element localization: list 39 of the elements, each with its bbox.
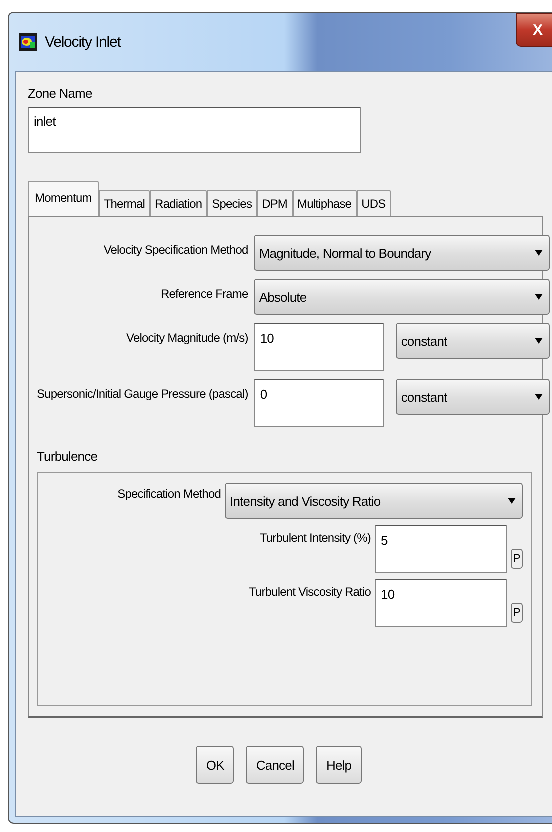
section-label: Turbulence: [37, 449, 99, 464]
dialog-button[interactable]: Help: [316, 746, 362, 784]
dropdown[interactable]: Absolute: [254, 279, 550, 315]
tab[interactable]: Momentum: [28, 181, 99, 217]
tab[interactable]: Thermal: [98, 190, 150, 217]
input-field[interactable]: 0: [254, 379, 384, 427]
dialog-button[interactable]: OK: [196, 746, 234, 784]
field-label: Velocity Specification Method: [102, 242, 248, 257]
caret-icon: [535, 249, 544, 257]
app-icon: [19, 33, 37, 51]
caret-icon: [535, 337, 544, 345]
input-field[interactable]: 5: [375, 525, 507, 573]
parameter-button[interactable]: P: [511, 549, 523, 569]
input-field[interactable]: 10: [254, 323, 384, 371]
dropdown[interactable]: Intensity and Viscosity Ratio: [225, 483, 523, 519]
field-label: Specification Method: [118, 486, 221, 501]
dropdown[interactable]: Magnitude, Normal to Boundary: [254, 235, 550, 271]
tab[interactable]: DPM: [257, 190, 293, 217]
field-label: Supersonic/Initial Gauge Pressure (pascal): [37, 386, 248, 401]
caret-icon: [535, 393, 544, 401]
parameter-button[interactable]: P: [511, 603, 523, 623]
field-label: Reference Frame: [160, 286, 248, 301]
window-title: Velocity Inlet: [45, 34, 121, 50]
tab[interactable]: UDS: [356, 190, 391, 217]
close-button[interactable]: X: [516, 13, 552, 47]
tab[interactable]: Radiation: [150, 190, 208, 217]
caret-icon: [508, 497, 516, 505]
zone-name-field[interactable]: inlet: [28, 107, 361, 153]
field-label: Turbulent Viscosity Ratio: [248, 584, 371, 599]
tab[interactable]: Species: [207, 190, 258, 217]
caret-icon: [535, 293, 544, 301]
input-field[interactable]: 10: [375, 579, 507, 627]
dropdown[interactable]: constant: [396, 323, 550, 359]
dropdown[interactable]: constant: [396, 379, 550, 415]
dialog-button[interactable]: Cancel: [246, 746, 304, 784]
field-label: Zone Name: [28, 86, 94, 101]
field-label: Velocity Magnitude (m/s): [126, 330, 248, 345]
tab[interactable]: Multiphase: [292, 190, 357, 217]
field-label: Turbulent Intensity (%): [260, 530, 371, 545]
